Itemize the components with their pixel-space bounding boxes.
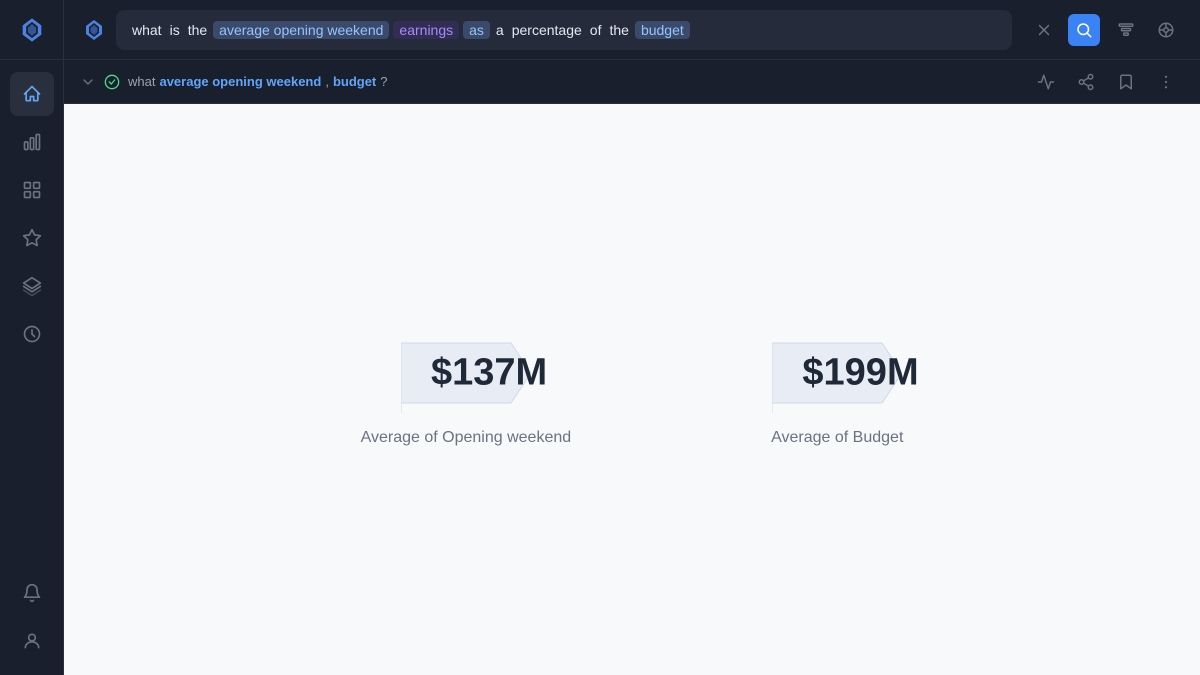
search-token-what: what — [130, 21, 164, 39]
subtitle-right-actions — [1028, 64, 1184, 100]
bookmark-icon — [1117, 73, 1135, 91]
search-token-of: of — [588, 21, 604, 39]
home-icon — [22, 84, 42, 104]
search-token-the1: the — [186, 21, 209, 39]
filter-button[interactable] — [1108, 12, 1144, 48]
sliders-icon — [1157, 21, 1175, 39]
search-logo — [80, 16, 108, 44]
sidebar-item-notifications[interactable] — [10, 571, 54, 615]
metric-card-opening-weekend: $137M Average of Opening weekend — [361, 333, 572, 447]
layers-icon — [22, 276, 42, 296]
sidebar-item-chart[interactable] — [10, 120, 54, 164]
metric-value-opening-weekend: $137M — [431, 351, 547, 394]
metric-value-budget: $199M — [802, 351, 918, 394]
search-token-avg-opening: average opening weekend — [213, 21, 389, 39]
metric-value-container-1: $137M — [401, 333, 531, 413]
query-subtitle-bar: what average opening weekend , budget ? — [64, 60, 1200, 104]
more-dots-icon — [1157, 73, 1175, 91]
more-button[interactable] — [1148, 64, 1184, 100]
search-token-a: a — [494, 21, 506, 39]
content-area: $137M Average of Opening weekend $199M A… — [64, 104, 1200, 675]
metric-card-budget: $199M Average of Budget — [771, 333, 903, 447]
chart-icon — [22, 132, 42, 152]
subtitle-budget: budget — [333, 74, 376, 89]
search-token-budget: budget — [635, 21, 690, 39]
search-submit-button[interactable] — [1068, 14, 1100, 46]
sidebar — [0, 0, 64, 675]
search-token-as: as — [463, 21, 490, 39]
sidebar-nav — [0, 68, 63, 571]
bookmark-button[interactable] — [1108, 64, 1144, 100]
history-icon — [22, 324, 42, 344]
search-actions — [1028, 14, 1100, 46]
search-token-percentage: percentage — [510, 21, 584, 39]
sidebar-bottom — [10, 571, 54, 675]
search-right-actions — [1108, 12, 1184, 48]
filter-icon — [1117, 21, 1135, 39]
query-subtitle-text: what average opening weekend , budget ? — [128, 74, 388, 89]
subtitle-question: ? — [380, 74, 387, 89]
metric-value-container-2: $199M — [772, 333, 902, 413]
chart-toggle-icon — [1037, 73, 1055, 91]
sidebar-item-history[interactable] — [10, 312, 54, 356]
sidebar-logo — [0, 0, 64, 60]
search-logo-icon — [82, 18, 106, 42]
share-icon — [1077, 73, 1095, 91]
main-content: what is the average opening weekend earn… — [64, 0, 1200, 675]
chevron-down-icon[interactable] — [80, 74, 96, 90]
search-bar: what is the average opening weekend earn… — [64, 0, 1200, 60]
sidebar-item-layers[interactable] — [10, 264, 54, 308]
grid-icon — [22, 180, 42, 200]
user-icon — [22, 631, 42, 651]
subtitle-what: what — [128, 74, 155, 89]
close-icon — [1035, 21, 1053, 39]
chart-toggle-button[interactable] — [1028, 64, 1064, 100]
search-token-is: is — [168, 21, 182, 39]
metric-label-budget: Average of Budget — [771, 429, 903, 447]
search-input[interactable]: what is the average opening weekend earn… — [116, 10, 1012, 50]
sidebar-item-user[interactable] — [10, 619, 54, 663]
sidebar-item-grid[interactable] — [10, 168, 54, 212]
search-icon — [1075, 21, 1093, 39]
settings-button[interactable] — [1148, 12, 1184, 48]
star-icon — [22, 228, 42, 248]
share-button[interactable] — [1068, 64, 1104, 100]
verified-icon — [104, 74, 120, 90]
search-token-the2: the — [607, 21, 630, 39]
sidebar-item-home[interactable] — [10, 72, 54, 116]
subtitle-comma: , — [325, 74, 329, 89]
clear-button[interactable] — [1028, 14, 1060, 46]
bell-icon — [22, 583, 42, 603]
app-logo-icon — [18, 16, 46, 44]
metric-label-opening-weekend: Average of Opening weekend — [361, 429, 572, 447]
subtitle-avg-opening: average opening weekend — [159, 74, 321, 89]
sidebar-item-star[interactable] — [10, 216, 54, 260]
search-token-earnings: earnings — [393, 21, 459, 39]
metrics-container: $137M Average of Opening weekend $199M A… — [361, 333, 904, 447]
